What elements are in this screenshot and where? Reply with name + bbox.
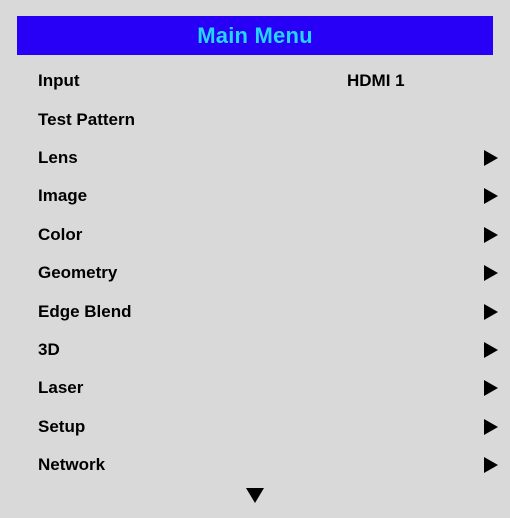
- menu-item-test-pattern[interactable]: Test Pattern: [0, 100, 510, 138]
- menu-item-edge-blend[interactable]: Edge Blend: [0, 292, 510, 330]
- menu-item-label: Color: [38, 224, 83, 244]
- triangle-right-icon: [484, 226, 498, 243]
- menu-item-label: Geometry: [38, 263, 118, 283]
- menu-item-label: Lens: [38, 147, 78, 167]
- menu-item-laser[interactable]: Laser: [0, 369, 510, 407]
- menu-item-setup[interactable]: Setup: [0, 408, 510, 446]
- menu-item-label: Network: [38, 455, 106, 475]
- menu-item-label: Setup: [38, 416, 86, 436]
- menu-item-network[interactable]: Network: [0, 446, 510, 484]
- menu-item-label: Laser: [38, 378, 84, 398]
- triangle-down-icon[interactable]: [246, 488, 264, 503]
- triangle-right-icon: [484, 303, 498, 320]
- menu-header: Main Menu: [17, 16, 493, 55]
- menu-item-label: Image: [38, 186, 88, 206]
- menu-item-input[interactable]: Input HDMI 1: [0, 62, 510, 100]
- triangle-right-icon: [484, 265, 498, 282]
- menu-list: Input HDMI 1 Test Pattern Lens Image Col…: [0, 62, 510, 484]
- menu-item-value: HDMI 1: [347, 71, 405, 91]
- main-menu-panel: Main Menu Input HDMI 1 Test Pattern Lens…: [0, 0, 510, 518]
- menu-title: Main Menu: [197, 22, 313, 48]
- triangle-right-icon: [484, 380, 498, 397]
- triangle-right-icon: [484, 457, 498, 474]
- menu-item-label: Test Pattern: [38, 109, 135, 129]
- triangle-right-icon: [484, 149, 498, 166]
- triangle-right-icon: [484, 188, 498, 205]
- menu-item-3d[interactable]: 3D: [0, 331, 510, 369]
- triangle-right-icon: [484, 418, 498, 435]
- menu-item-geometry[interactable]: Geometry: [0, 254, 510, 292]
- menu-item-label: 3D: [38, 339, 60, 359]
- menu-item-color[interactable]: Color: [0, 216, 510, 254]
- triangle-right-icon: [484, 341, 498, 358]
- menu-item-image[interactable]: Image: [0, 177, 510, 215]
- menu-item-label: Input: [38, 71, 80, 91]
- menu-item-label: Edge Blend: [38, 301, 132, 321]
- menu-item-lens[interactable]: Lens: [0, 139, 510, 177]
